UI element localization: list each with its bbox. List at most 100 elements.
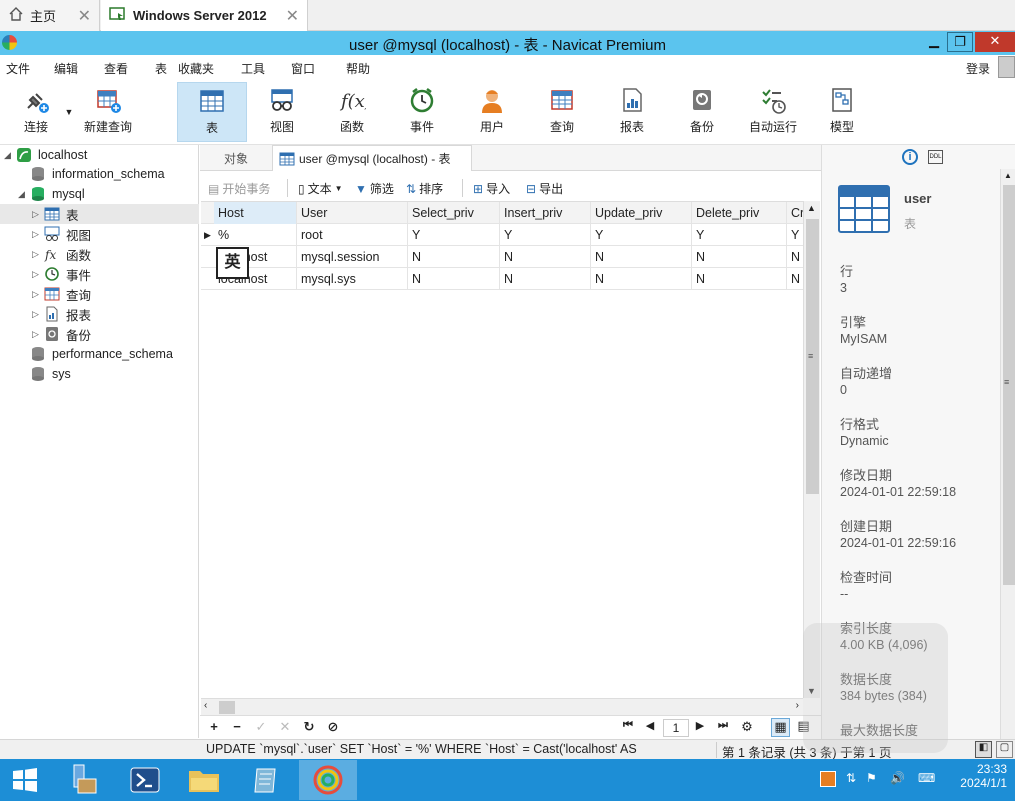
add-record-button[interactable]: + <box>205 719 223 734</box>
scroll-up-icon[interactable]: ▲ <box>1004 171 1012 180</box>
tree-node-mysql[interactable]: ◢ mysql <box>18 184 85 204</box>
layout-toggle-icon[interactable]: ▢ <box>996 741 1013 758</box>
cell[interactable]: Y <box>787 224 803 246</box>
taskbar-server-manager[interactable] <box>52 760 110 800</box>
page-number-input[interactable]: 1 <box>663 719 689 737</box>
toolbar-new-query-button[interactable]: 新建查询 <box>78 82 138 142</box>
sort-button[interactable]: ⇅ 排序 <box>406 180 443 197</box>
expand-arrow-icon[interactable]: ▷ <box>32 329 44 340</box>
discard-changes-button[interactable]: ✕ <box>276 719 294 735</box>
tree-node-events[interactable]: ▷ 事件 <box>32 264 91 284</box>
close-icon[interactable]: ✕ <box>78 6 91 26</box>
expand-arrow-icon[interactable]: ▷ <box>32 249 44 260</box>
tree-node-sys[interactable]: sys <box>30 364 71 384</box>
menu-table[interactable]: 表 <box>155 60 167 77</box>
cell[interactable]: N <box>692 268 787 290</box>
toolbar-function-button[interactable]: f(x) 函数 <box>327 82 377 142</box>
delete-record-button[interactable]: − <box>228 719 246 734</box>
user-avatar[interactable] <box>998 56 1015 78</box>
login-link[interactable]: 登录 <box>966 60 990 77</box>
taskbar-powershell[interactable] <box>116 760 174 800</box>
tray-flag-icon[interactable]: ⚑ <box>866 771 877 785</box>
expand-arrow-icon[interactable]: ▷ <box>32 229 44 240</box>
tree-node-views[interactable]: ▷ 视图 <box>32 224 91 244</box>
menu-view[interactable]: 查看 <box>104 60 128 77</box>
previous-page-button[interactable]: ◀ <box>641 719 659 732</box>
restore-button[interactable]: ❐ <box>947 32 973 52</box>
filter-button[interactable]: ▼ 筛选 <box>355 180 394 197</box>
taskbar-notepad[interactable] <box>237 760 295 800</box>
column-header-create-priv[interactable]: Cr <box>787 202 803 224</box>
scroll-up-icon[interactable]: ▲ <box>807 203 816 213</box>
horizontal-scrollbar[interactable]: ‹ › <box>201 698 803 715</box>
refresh-button[interactable]: ↻ <box>300 719 318 735</box>
menu-window[interactable]: 窗口 <box>291 60 315 77</box>
table-row[interactable]: localhost mysql.sys N N N N N <box>201 268 803 290</box>
toolbar-user-button[interactable]: 用户 <box>467 82 517 142</box>
cell[interactable]: N <box>787 246 803 268</box>
taskbar-clock[interactable]: 23:33 2024/1/1 <box>945 762 1007 790</box>
close-icon[interactable]: ✕ <box>286 6 299 26</box>
tree-node-reports[interactable]: ▷ 报表 <box>32 304 91 324</box>
cell[interactable]: Y <box>591 224 692 246</box>
table-row[interactable]: ▶ % root Y Y Y Y Y <box>201 224 803 246</box>
scroll-left-icon[interactable]: ‹ <box>204 700 207 711</box>
cell[interactable]: mysql.sys <box>297 268 408 290</box>
column-header-insert-priv[interactable]: Insert_priv <box>500 202 591 224</box>
grid-view-icon[interactable]: ▦ <box>771 718 790 737</box>
cell[interactable]: N <box>787 268 803 290</box>
menu-edit[interactable]: 编辑 <box>54 60 78 77</box>
expand-arrow-icon[interactable]: ▷ <box>32 309 44 320</box>
tree-node-queries[interactable]: ▷ 查询 <box>32 284 91 304</box>
cell[interactable]: N <box>591 268 692 290</box>
begin-transaction-button[interactable]: ▤ 开始事务 <box>208 180 270 197</box>
column-header-delete-priv[interactable]: Delete_priv <box>692 202 787 224</box>
close-window-button[interactable]: ✕ <box>975 32 1015 52</box>
last-page-button[interactable]: ⏭ <box>714 719 732 732</box>
apply-changes-button[interactable]: ✓ <box>252 719 270 735</box>
tree-node-performance-schema[interactable]: performance_schema <box>30 344 173 364</box>
cell[interactable]: N <box>408 268 500 290</box>
first-page-button[interactable]: ⏮ <box>619 719 637 732</box>
cell[interactable]: N <box>500 268 591 290</box>
scroll-right-icon[interactable]: › <box>796 700 799 711</box>
next-page-button[interactable]: ▶ <box>691 719 709 732</box>
toolbar-table-button[interactable]: 表 <box>177 82 247 142</box>
start-button[interactable] <box>0 760 50 800</box>
toolbar-model-button[interactable]: 模型 <box>817 82 867 142</box>
scroll-thumb[interactable] <box>219 701 235 714</box>
taskbar-file-explorer[interactable] <box>175 760 233 800</box>
cell[interactable]: % <box>214 224 297 246</box>
stop-button[interactable]: ⊘ <box>324 719 342 735</box>
tray-network-icon[interactable]: ⇅ <box>846 771 856 785</box>
cell[interactable]: N <box>408 246 500 268</box>
export-button[interactable]: ⊟ 导出 <box>526 180 563 197</box>
cell[interactable]: Y <box>500 224 591 246</box>
tree-node-information-schema[interactable]: information_schema <box>30 164 165 184</box>
menu-favorites[interactable]: 收藏夹 <box>178 60 214 77</box>
tab-user-table[interactable]: user @mysql (localhost) - 表 <box>272 145 472 171</box>
toolbar-backup-button[interactable]: 备份 <box>677 82 727 142</box>
tree-node-localhost[interactable]: ◢ localhost <box>4 145 87 165</box>
import-button[interactable]: ⊞ 导入 <box>473 180 510 197</box>
ddl-icon[interactable]: DDL <box>928 150 943 164</box>
table-row[interactable]: localhost mysql.session N N N N N <box>201 246 803 268</box>
toolbar-connect-button[interactable]: 连接 <box>10 82 62 142</box>
cell[interactable]: Y <box>692 224 787 246</box>
expand-arrow-icon[interactable]: ▷ <box>32 289 44 300</box>
column-header-host[interactable]: Host <box>214 202 297 224</box>
tab-objects[interactable]: 对象 <box>200 145 272 171</box>
host-tab-home[interactable]: 主页 ✕ <box>0 0 100 31</box>
tray-volume-icon[interactable]: 🔊 <box>890 771 905 785</box>
toolbar-report-button[interactable]: 报表 <box>607 82 657 142</box>
taskbar-navicat[interactable] <box>299 760 357 800</box>
collapse-arrow-icon[interactable]: ◢ <box>18 189 30 200</box>
cell[interactable]: N <box>591 246 692 268</box>
cell[interactable]: Y <box>408 224 500 246</box>
column-header-select-priv[interactable]: Select_priv <box>408 202 500 224</box>
column-header-update-priv[interactable]: Update_priv <box>591 202 692 224</box>
toolbar-view-button[interactable]: 视图 <box>257 82 307 142</box>
info-panel-scrollbar[interactable]: ▲ ≡ <box>1000 169 1015 739</box>
menu-file[interactable]: 文件 <box>6 60 30 77</box>
expand-arrow-icon[interactable]: ▷ <box>32 209 44 220</box>
